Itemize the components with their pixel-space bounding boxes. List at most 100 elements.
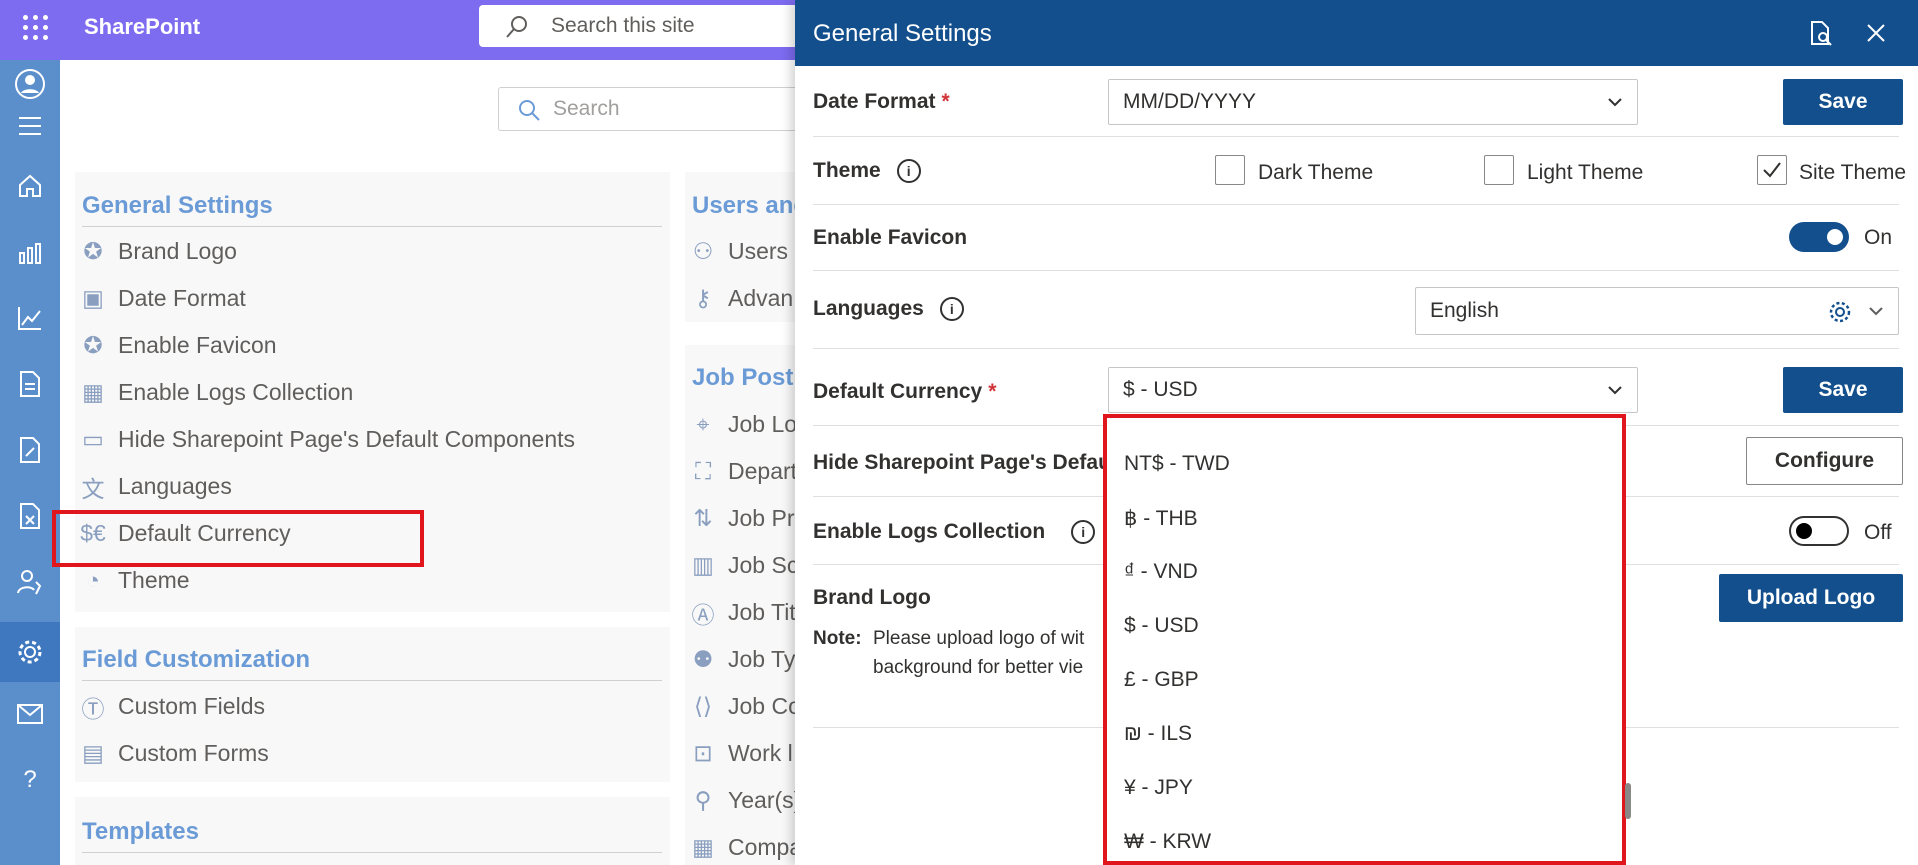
note-line-1: Please upload logo of wit xyxy=(873,628,1085,649)
nav-label: Date Format xyxy=(118,285,246,311)
label-text: Hide Sharepoint Page's Default xyxy=(813,451,1124,474)
site-theme-checkbox[interactable] xyxy=(1757,155,1787,185)
currency-option[interactable]: ₪ - ILS xyxy=(1124,722,1192,746)
dark-theme-checkbox[interactable] xyxy=(1215,155,1245,185)
favicon-state: On xyxy=(1864,226,1893,249)
nav-users[interactable]: ⚇ Users xyxy=(692,238,788,265)
nav-hide-components[interactable]: ▭ Hide Sharepoint Page's Default Componen… xyxy=(82,426,575,453)
profile-icon[interactable] xyxy=(0,62,60,106)
currency-option[interactable]: $ - USD xyxy=(1124,614,1199,638)
nav-enable-logs[interactable]: ▦ Enable Logs Collection xyxy=(82,379,353,406)
nav-job-code[interactable]: ⟨⟩ Job Co xyxy=(692,693,801,720)
badge-check-icon: ✪ xyxy=(83,238,103,264)
info-icon[interactable]: i xyxy=(1071,520,1096,544)
nav-job-location[interactable]: ⌖ Job Lo xyxy=(692,411,798,438)
currency-option[interactable]: ₩ - KRW xyxy=(1124,830,1211,854)
document-icon[interactable] xyxy=(0,362,60,406)
nav-label: Compa xyxy=(728,834,803,860)
menu-icon[interactable] xyxy=(0,104,60,148)
highlight-default-currency xyxy=(52,510,424,567)
document-search-icon[interactable] xyxy=(1806,18,1836,48)
checkmark-icon xyxy=(1763,162,1781,178)
home-icon[interactable] xyxy=(0,164,60,208)
nav-label: Job Tit xyxy=(728,599,796,625)
currency-option[interactable]: ฿ - THB xyxy=(1124,506,1198,531)
gear-icon[interactable] xyxy=(1828,300,1852,324)
nav-label: Custom Forms xyxy=(118,740,269,766)
nav-job-type[interactable]: ⚉ Job Ty xyxy=(692,646,796,673)
settings-icon[interactable] xyxy=(0,622,60,682)
nav-job-priority[interactable]: ⇅ Job Pr xyxy=(692,505,794,532)
currency-option[interactable]: ₫ - VND xyxy=(1124,560,1198,584)
currency-dropdown[interactable]: $ - USD xyxy=(1108,367,1638,413)
options-scrollbar[interactable] xyxy=(1625,783,1631,819)
nav-date-format[interactable]: ▣ Date Format xyxy=(82,285,246,312)
location-icon: ⌖ xyxy=(696,411,710,437)
nav-enable-favicon[interactable]: ✪ Enable Favicon xyxy=(82,332,277,359)
currency-label: Default Currency * xyxy=(813,380,996,404)
favicon-label: Enable Favicon xyxy=(813,226,967,250)
nav-brand-logo[interactable]: ✪ Brand Logo xyxy=(82,238,237,265)
nav-label: Enable Favicon xyxy=(118,332,277,358)
nav-job-schedule[interactable]: ▥ Job Sc xyxy=(692,552,798,579)
close-icon[interactable] xyxy=(1861,18,1891,48)
nav-theme[interactable]: ◔ Theme xyxy=(82,567,190,594)
date-format-dropdown[interactable]: MM/DD/YYYY xyxy=(1108,79,1638,125)
mail-icon[interactable] xyxy=(0,692,60,736)
date-format-save-button[interactable]: Save xyxy=(1783,79,1903,125)
nav-label: Job Co xyxy=(728,693,801,719)
panel-title: General Settings xyxy=(813,20,992,47)
currency-option[interactable]: NT$ - TWD xyxy=(1124,452,1230,476)
nav-label: Job Pr xyxy=(728,505,795,531)
nav-label: Brand Logo xyxy=(118,238,237,264)
app-title[interactable]: SharePoint xyxy=(84,14,200,40)
info-icon[interactable]: i xyxy=(939,297,964,321)
chevron-down-icon xyxy=(1869,307,1883,316)
grid-dots-icon: ▦ xyxy=(82,379,104,405)
favicon-toggle[interactable] xyxy=(1789,222,1849,252)
required-mark: * xyxy=(988,380,997,403)
dropdown-value: $ - USD xyxy=(1123,378,1198,401)
line-chart-icon[interactable] xyxy=(0,296,60,340)
note-label: Note: xyxy=(813,628,862,649)
nav-custom-forms[interactable]: ▤ Custom Forms xyxy=(82,740,269,767)
divider xyxy=(82,852,662,853)
currency-option[interactable]: ¥ - JPY xyxy=(1124,776,1193,800)
label-text: Default Currency xyxy=(813,380,983,403)
people-icon: ⚉ xyxy=(692,646,714,672)
nav-work-location[interactable]: ⊡ Work l xyxy=(692,740,792,767)
configure-button[interactable]: Configure xyxy=(1746,437,1903,485)
user-settings-icon[interactable] xyxy=(0,560,60,604)
nav-company[interactable]: ▦ Compa xyxy=(692,834,802,861)
analytics-icon[interactable] xyxy=(0,230,60,274)
label-text: Languages xyxy=(813,297,924,320)
document-remove-icon[interactable] xyxy=(0,494,60,538)
currency-option[interactable]: £ - GBP xyxy=(1124,668,1199,692)
currency-save-button[interactable]: Save xyxy=(1783,367,1903,413)
app-launcher-icon[interactable] xyxy=(20,12,50,42)
help-icon[interactable]: ? xyxy=(0,758,60,802)
logs-toggle[interactable] xyxy=(1789,516,1849,546)
nav-job-title[interactable]: Ⓐ Job Tit xyxy=(692,599,796,628)
divider xyxy=(813,270,1899,271)
nav-advanced[interactable]: ⚷ Advan xyxy=(692,285,794,312)
site-theme-label: Site Theme xyxy=(1799,161,1906,184)
nav-label: Job Lo xyxy=(728,411,798,437)
person-clock-icon: ⚲ xyxy=(694,787,712,813)
site-search-input[interactable]: Search this site xyxy=(479,5,819,47)
nav-department[interactable]: ⛶ Depart xyxy=(692,458,797,485)
info-icon[interactable]: i xyxy=(896,159,921,183)
languages-dropdown[interactable]: English xyxy=(1415,287,1899,335)
nav-languages[interactable]: 文 Languages xyxy=(82,473,232,502)
note-line-2: background for better vie xyxy=(873,657,1084,678)
form-icon: ▤ xyxy=(82,740,104,766)
key-icon: ⚷ xyxy=(694,285,712,311)
nav-years[interactable]: ⚲ Year(s) xyxy=(692,787,802,814)
nav-label: Languages xyxy=(118,473,232,499)
upload-logo-button[interactable]: Upload Logo xyxy=(1719,574,1903,622)
divider xyxy=(82,680,662,681)
nav-custom-fields[interactable]: Ⓣ Custom Fields xyxy=(82,693,265,722)
document-edit-icon[interactable] xyxy=(0,428,60,472)
light-theme-checkbox[interactable] xyxy=(1484,155,1514,185)
nav-label: Job Sc xyxy=(728,552,799,578)
